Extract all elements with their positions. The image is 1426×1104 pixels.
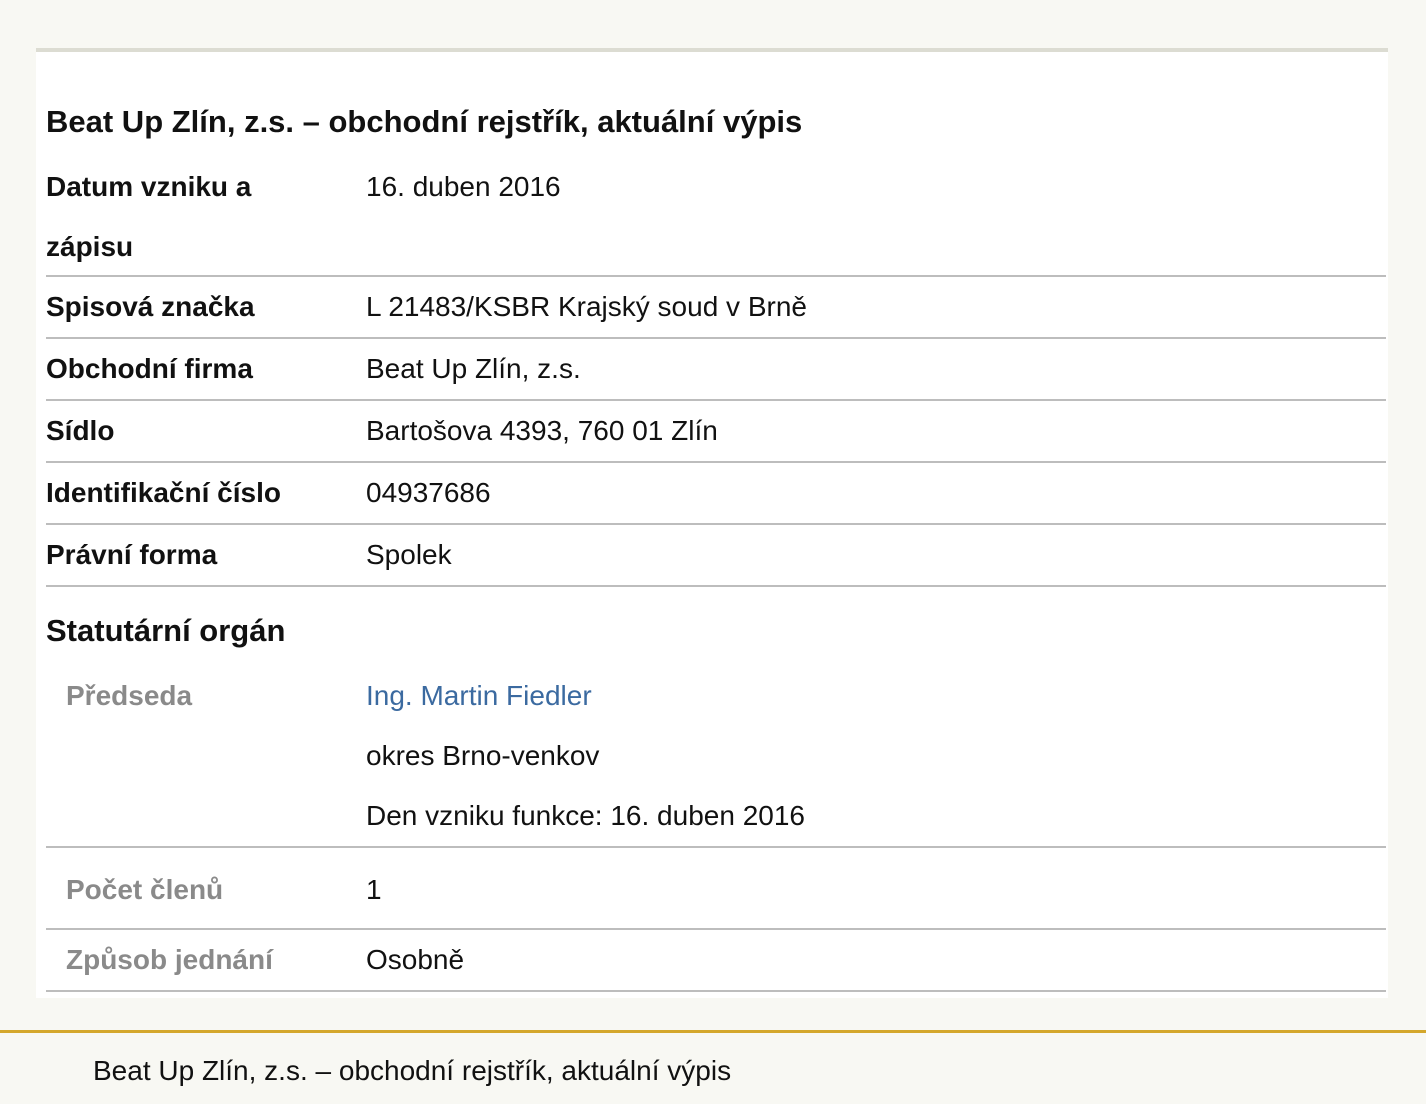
footer-title: Beat Up Zlín, z.s. – obchodní rejstřík, … <box>93 1055 732 1086</box>
row-label: Právní forma <box>46 539 218 570</box>
row-id-number: Identifikační číslo 04937686 <box>46 463 1386 525</box>
row-value: 16. duben 2016 <box>366 171 561 202</box>
statutory-body-heading: Statutární orgán <box>46 613 286 648</box>
page-footer: Beat Up Zlín, z.s. – obchodní rejstřík, … <box>0 1030 1426 1104</box>
row-business-name: Obchodní firma Beat Up Zlín, z.s. <box>46 339 1386 401</box>
chairman-since: Den vzniku funkce: 16. duben 2016 <box>366 800 805 831</box>
row-value: Beat Up Zlín, z.s. <box>366 353 581 384</box>
chairman-name-link[interactable]: Ing. Martin Fiedler <box>366 666 592 726</box>
row-registered-office: Sídlo Bartošova 4393, 760 01 Zlín <box>46 401 1386 463</box>
row-value: L 21483/KSBR Krajský soud v Brně <box>366 291 807 322</box>
row-value: Spolek <box>366 539 452 570</box>
row-label: Počet členů <box>66 874 224 905</box>
row-member-count: Počet členů 1 <box>46 848 1386 930</box>
row-date-of-creation: Datum vzniku a zápisu 16. duben 2016 <box>46 157 1386 277</box>
row-value: Osobně <box>366 944 465 975</box>
chairman-district: okres Brno-venkov <box>366 740 600 771</box>
row-value: 1 <box>366 874 382 905</box>
row-chairman: Předseda Ing. Martin Fiedler okres Brno-… <box>46 666 1386 848</box>
row-label: Spisová značka <box>46 291 255 322</box>
row-label: Sídlo <box>46 415 115 446</box>
row-label: Způsob jednání <box>66 944 273 975</box>
row-label: Datum vzniku a zápisu <box>46 171 252 262</box>
register-extract-card: Beat Up Zlín, z.s. – obchodní rejstřík, … <box>36 48 1388 998</box>
row-label: Obchodní firma <box>46 353 253 384</box>
row-file-number: Spisová značka L 21483/KSBR Krajský soud… <box>46 277 1386 339</box>
row-label: Předseda <box>66 680 193 711</box>
row-label: Identifikační číslo <box>46 477 281 508</box>
row-value: Bartošova 4393, 760 01 Zlín <box>366 415 718 446</box>
row-acting-manner: Způsob jednání Osobně <box>46 930 1386 992</box>
row-value: 04937686 <box>366 477 491 508</box>
page-title: Beat Up Zlín, z.s. – obchodní rejstřík, … <box>46 104 803 139</box>
row-legal-form: Právní forma Spolek <box>46 525 1386 587</box>
